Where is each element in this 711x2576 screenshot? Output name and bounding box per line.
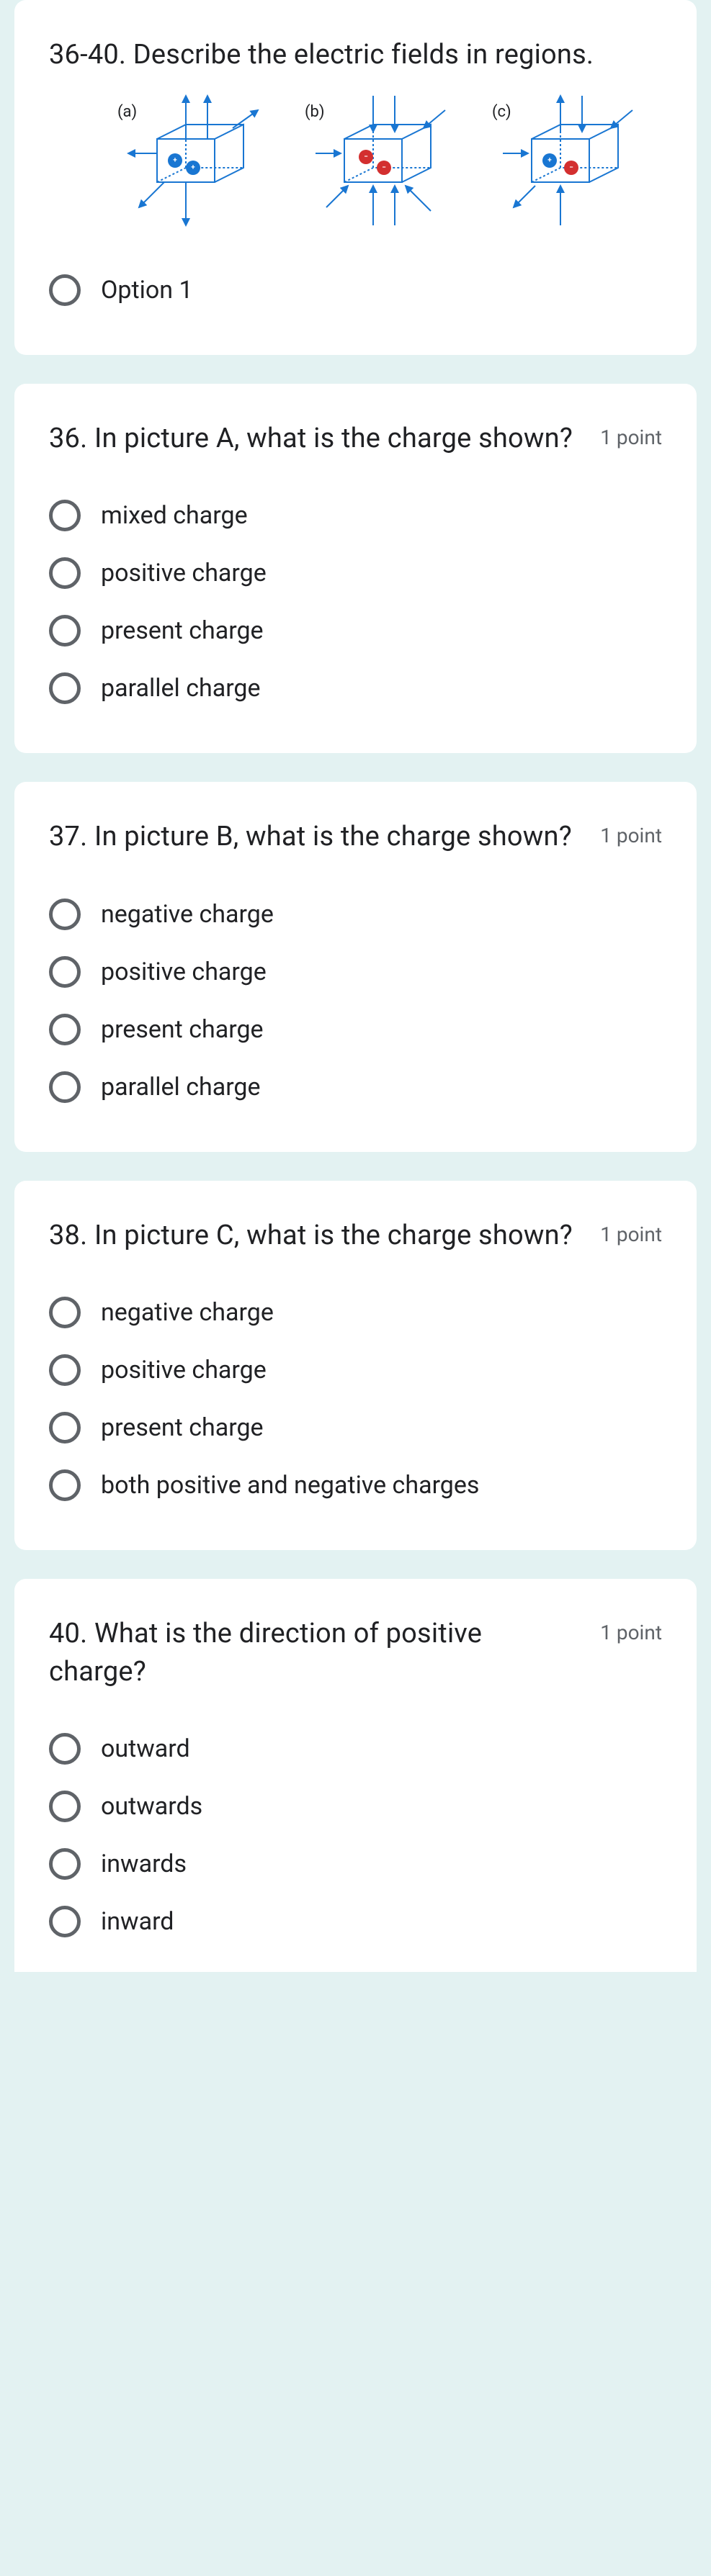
radio-icon	[49, 1791, 81, 1822]
q38-option-0[interactable]: negative charge	[49, 1284, 662, 1341]
q38-option-2[interactable]: present charge	[49, 1399, 662, 1456]
q37-option-2[interactable]: present charge	[49, 1001, 662, 1058]
q36-option-0[interactable]: mixed charge	[49, 487, 662, 544]
intro-title: 36-40. Describe the electric fields in r…	[49, 36, 662, 74]
radio-icon	[49, 956, 81, 988]
radio-icon	[49, 557, 81, 589]
q36-option-1-label: positive charge	[101, 559, 267, 587]
q38-option-0-label: negative charge	[101, 1298, 274, 1327]
q37-title: 37. In picture B, what is the charge sho…	[49, 818, 572, 856]
q40-option-1-label: outwards	[101, 1792, 202, 1821]
q40-option-1[interactable]: outwards	[49, 1778, 662, 1835]
figure-a: (a) + +	[121, 89, 265, 233]
q38-points: 1 point	[600, 1222, 662, 1246]
q36-option-1[interactable]: positive charge	[49, 544, 662, 602]
q36-option-2-label: present charge	[101, 616, 264, 645]
question-intro-card: 36-40. Describe the electric fields in r…	[14, 0, 697, 355]
svg-text:+: +	[191, 164, 195, 172]
radio-icon	[49, 615, 81, 647]
q37-option-3-label: parallel charge	[101, 1073, 261, 1102]
q37-option-1-label: positive charge	[101, 958, 267, 986]
radio-icon	[49, 1469, 81, 1501]
svg-text:+: +	[173, 157, 177, 165]
radio-icon	[49, 1297, 81, 1328]
figure-a-label: (a)	[117, 103, 137, 121]
q38-title: 38. In picture C, what is the charge sho…	[49, 1217, 573, 1255]
question-38-card: 38. In picture C, what is the charge sho…	[14, 1181, 697, 1550]
q40-option-3[interactable]: inward	[49, 1893, 662, 1950]
radio-icon	[49, 274, 81, 306]
radio-icon	[49, 1071, 81, 1103]
radio-icon	[49, 1354, 81, 1386]
q40-option-3-label: inward	[101, 1907, 174, 1936]
intro-option-1-label: Option 1	[101, 276, 193, 305]
radio-icon	[49, 1848, 81, 1880]
q40-points: 1 point	[600, 1621, 662, 1644]
intro-option-1-row[interactable]: Option 1	[49, 261, 662, 319]
figure-b-label: (b)	[305, 103, 325, 121]
svg-text:−: −	[364, 153, 368, 161]
svg-text:+: +	[547, 157, 552, 165]
q38-option-3[interactable]: both positive and negative charges	[49, 1456, 662, 1514]
svg-text:−: −	[569, 164, 573, 172]
question-37-card: 37. In picture B, what is the charge sho…	[14, 782, 697, 1151]
q36-option-3-label: parallel charge	[101, 674, 261, 703]
radio-icon	[49, 899, 81, 930]
radio-icon	[49, 1733, 81, 1765]
q37-option-0-label: negative charge	[101, 900, 274, 929]
question-40-card: 40. What is the direction of positive ch…	[14, 1579, 697, 1972]
q36-option-2[interactable]: present charge	[49, 602, 662, 659]
radio-icon	[49, 500, 81, 531]
q40-option-0-label: outward	[101, 1734, 190, 1763]
q37-option-1[interactable]: positive charge	[49, 943, 662, 1001]
q36-option-3[interactable]: parallel charge	[49, 659, 662, 717]
figure-row: (a) + + (b)	[78, 89, 662, 233]
q37-option-0[interactable]: negative charge	[49, 886, 662, 943]
radio-icon	[49, 1014, 81, 1045]
q37-option-2-label: present charge	[101, 1015, 264, 1044]
q38-option-1-label: positive charge	[101, 1356, 267, 1384]
figure-c: (c) + −	[496, 89, 640, 233]
svg-text:−: −	[382, 164, 386, 172]
q38-option-1[interactable]: positive charge	[49, 1341, 662, 1399]
figure-b: (b) − −	[308, 89, 452, 233]
figure-c-label: (c)	[492, 103, 511, 121]
radio-icon	[49, 672, 81, 704]
question-36-card: 36. In picture A, what is the charge sho…	[14, 384, 697, 753]
q37-option-3[interactable]: parallel charge	[49, 1058, 662, 1116]
radio-icon	[49, 1412, 81, 1444]
q38-option-3-label: both positive and negative charges	[101, 1471, 479, 1500]
q40-option-2[interactable]: inwards	[49, 1835, 662, 1893]
q36-title: 36. In picture A, what is the charge sho…	[49, 420, 573, 458]
q37-points: 1 point	[600, 824, 662, 847]
q40-option-2-label: inwards	[101, 1850, 187, 1878]
q36-points: 1 point	[600, 425, 662, 449]
q40-option-0[interactable]: outward	[49, 1720, 662, 1778]
q40-title: 40. What is the direction of positive ch…	[49, 1615, 586, 1691]
q36-option-0-label: mixed charge	[101, 501, 248, 530]
radio-icon	[49, 1906, 81, 1937]
q38-option-2-label: present charge	[101, 1413, 264, 1442]
